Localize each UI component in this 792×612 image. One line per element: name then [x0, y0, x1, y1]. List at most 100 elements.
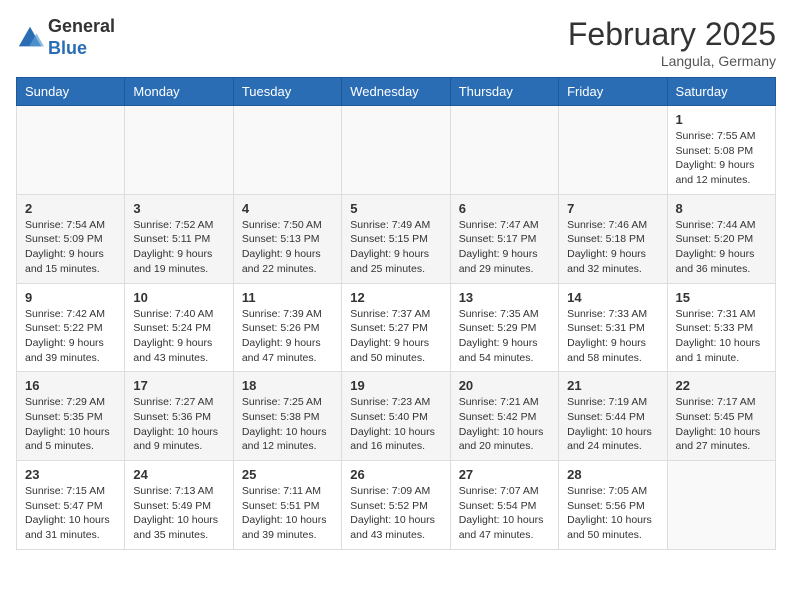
day-number: 3 [133, 201, 224, 216]
day-info: Sunrise: 7:40 AM Sunset: 5:24 PM Dayligh… [133, 307, 224, 366]
logo: General Blue [16, 16, 115, 59]
day-cell: 14 Sunrise: 7:33 AM Sunset: 5:31 PM Dayli… [559, 283, 667, 372]
day-cell: 9 Sunrise: 7:42 AM Sunset: 5:22 PM Daylig… [17, 283, 125, 372]
day-number: 23 [25, 467, 116, 482]
day-cell: 23 Sunrise: 7:15 AM Sunset: 5:47 PM Dayli… [17, 461, 125, 550]
day-info: Sunrise: 7:29 AM Sunset: 5:35 PM Dayligh… [25, 395, 116, 454]
day-info: Sunrise: 7:27 AM Sunset: 5:36 PM Dayligh… [133, 395, 224, 454]
day-number: 26 [350, 467, 441, 482]
logo-blue-text: Blue [48, 38, 87, 58]
day-info: Sunrise: 7:09 AM Sunset: 5:52 PM Dayligh… [350, 484, 441, 543]
day-info: Sunrise: 7:54 AM Sunset: 5:09 PM Dayligh… [25, 218, 116, 277]
day-number: 4 [242, 201, 333, 216]
day-number: 28 [567, 467, 658, 482]
day-cell: 15 Sunrise: 7:31 AM Sunset: 5:33 PM Dayli… [667, 283, 775, 372]
day-cell: 16 Sunrise: 7:29 AM Sunset: 5:35 PM Dayli… [17, 372, 125, 461]
day-info: Sunrise: 7:47 AM Sunset: 5:17 PM Dayligh… [459, 218, 550, 277]
weekday-header-sunday: Sunday [17, 78, 125, 106]
day-number: 13 [459, 290, 550, 305]
day-info: Sunrise: 7:42 AM Sunset: 5:22 PM Dayligh… [25, 307, 116, 366]
day-info: Sunrise: 7:23 AM Sunset: 5:40 PM Dayligh… [350, 395, 441, 454]
weekday-header-saturday: Saturday [667, 78, 775, 106]
day-cell: 20 Sunrise: 7:21 AM Sunset: 5:42 PM Dayli… [450, 372, 558, 461]
weekday-header-wednesday: Wednesday [342, 78, 450, 106]
week-row-1: 2 Sunrise: 7:54 AM Sunset: 5:09 PM Daylig… [17, 194, 776, 283]
day-info: Sunrise: 7:05 AM Sunset: 5:56 PM Dayligh… [567, 484, 658, 543]
title-section: February 2025 Langula, Germany [568, 16, 776, 69]
week-row-2: 9 Sunrise: 7:42 AM Sunset: 5:22 PM Daylig… [17, 283, 776, 372]
day-info: Sunrise: 7:49 AM Sunset: 5:15 PM Dayligh… [350, 218, 441, 277]
day-cell: 22 Sunrise: 7:17 AM Sunset: 5:45 PM Dayli… [667, 372, 775, 461]
day-number: 20 [459, 378, 550, 393]
day-cell: 11Sunrise: 7:39 AM Sunset: 5:26 PM Dayli… [233, 283, 341, 372]
day-info: Sunrise: 7:52 AM Sunset: 5:11 PM Dayligh… [133, 218, 224, 277]
day-number: 14 [567, 290, 658, 305]
day-cell: 13Sunrise: 7:35 AM Sunset: 5:29 PM Dayli… [450, 283, 558, 372]
day-number: 22 [676, 378, 767, 393]
week-row-4: 23 Sunrise: 7:15 AM Sunset: 5:47 PM Dayli… [17, 461, 776, 550]
day-cell: 2 Sunrise: 7:54 AM Sunset: 5:09 PM Daylig… [17, 194, 125, 283]
location: Langula, Germany [568, 53, 776, 69]
day-info: Sunrise: 7:15 AM Sunset: 5:47 PM Dayligh… [25, 484, 116, 543]
day-cell [342, 106, 450, 195]
day-info: Sunrise: 7:07 AM Sunset: 5:54 PM Dayligh… [459, 484, 550, 543]
day-cell: 6 Sunrise: 7:47 AM Sunset: 5:17 PM Daylig… [450, 194, 558, 283]
day-number: 24 [133, 467, 224, 482]
day-cell [450, 106, 558, 195]
day-cell [233, 106, 341, 195]
day-cell: 12 Sunrise: 7:37 AM Sunset: 5:27 PM Dayli… [342, 283, 450, 372]
weekday-header-thursday: Thursday [450, 78, 558, 106]
day-cell [667, 461, 775, 550]
logo-general-text: General [48, 16, 115, 36]
day-number: 9 [25, 290, 116, 305]
day-number: 16 [25, 378, 116, 393]
day-info: Sunrise: 7:55 AM Sunset: 5:08 PM Dayligh… [676, 129, 767, 188]
day-info: Sunrise: 7:25 AM Sunset: 5:38 PM Dayligh… [242, 395, 333, 454]
calendar: SundayMondayTuesdayWednesdayThursdayFrid… [16, 77, 776, 550]
day-info: Sunrise: 7:37 AM Sunset: 5:27 PM Dayligh… [350, 307, 441, 366]
day-number: 15 [676, 290, 767, 305]
day-number: 18 [242, 378, 333, 393]
weekday-header-monday: Monday [125, 78, 233, 106]
day-cell: 27 Sunrise: 7:07 AM Sunset: 5:54 PM Dayli… [450, 461, 558, 550]
weekday-header-tuesday: Tuesday [233, 78, 341, 106]
day-info: Sunrise: 7:11 AM Sunset: 5:51 PM Dayligh… [242, 484, 333, 543]
day-cell: 8Sunrise: 7:44 AM Sunset: 5:20 PM Daylig… [667, 194, 775, 283]
day-info: Sunrise: 7:46 AM Sunset: 5:18 PM Dayligh… [567, 218, 658, 277]
day-cell: 25 Sunrise: 7:11 AM Sunset: 5:51 PM Dayli… [233, 461, 341, 550]
day-info: Sunrise: 7:50 AM Sunset: 5:13 PM Dayligh… [242, 218, 333, 277]
day-number: 27 [459, 467, 550, 482]
day-info: Sunrise: 7:33 AM Sunset: 5:31 PM Dayligh… [567, 307, 658, 366]
day-number: 21 [567, 378, 658, 393]
month-title: February 2025 [568, 16, 776, 53]
weekday-header-row: SundayMondayTuesdayWednesdayThursdayFrid… [17, 78, 776, 106]
day-cell: 26 Sunrise: 7:09 AM Sunset: 5:52 PM Dayli… [342, 461, 450, 550]
day-cell: 10 Sunrise: 7:40 AM Sunset: 5:24 PM Dayli… [125, 283, 233, 372]
logo-icon [16, 24, 44, 52]
day-number: 6 [459, 201, 550, 216]
day-number: 2 [25, 201, 116, 216]
day-number: 7 [567, 201, 658, 216]
day-cell: 24 Sunrise: 7:13 AM Sunset: 5:49 PM Dayli… [125, 461, 233, 550]
day-cell: 19Sunrise: 7:23 AM Sunset: 5:40 PM Dayli… [342, 372, 450, 461]
week-row-0: 1 Sunrise: 7:55 AM Sunset: 5:08 PM Daylig… [17, 106, 776, 195]
day-cell: 4 Sunrise: 7:50 AM Sunset: 5:13 PM Daylig… [233, 194, 341, 283]
day-cell: 3 Sunrise: 7:52 AM Sunset: 5:11 PM Daylig… [125, 194, 233, 283]
day-info: Sunrise: 7:13 AM Sunset: 5:49 PM Dayligh… [133, 484, 224, 543]
day-info: Sunrise: 7:21 AM Sunset: 5:42 PM Dayligh… [459, 395, 550, 454]
day-number: 5 [350, 201, 441, 216]
day-info: Sunrise: 7:31 AM Sunset: 5:33 PM Dayligh… [676, 307, 767, 366]
day-number: 10 [133, 290, 224, 305]
day-number: 25 [242, 467, 333, 482]
day-number: 1 [676, 112, 767, 127]
day-cell [559, 106, 667, 195]
day-info: Sunrise: 7:39 AM Sunset: 5:26 PM Dayligh… [242, 307, 333, 366]
day-cell [17, 106, 125, 195]
day-cell: 17 Sunrise: 7:27 AM Sunset: 5:36 PM Dayli… [125, 372, 233, 461]
day-cell: 28 Sunrise: 7:05 AM Sunset: 5:56 PM Dayli… [559, 461, 667, 550]
week-row-3: 16 Sunrise: 7:29 AM Sunset: 5:35 PM Dayli… [17, 372, 776, 461]
day-cell: 21Sunrise: 7:19 AM Sunset: 5:44 PM Dayli… [559, 372, 667, 461]
day-number: 12 [350, 290, 441, 305]
day-number: 17 [133, 378, 224, 393]
day-info: Sunrise: 7:17 AM Sunset: 5:45 PM Dayligh… [676, 395, 767, 454]
